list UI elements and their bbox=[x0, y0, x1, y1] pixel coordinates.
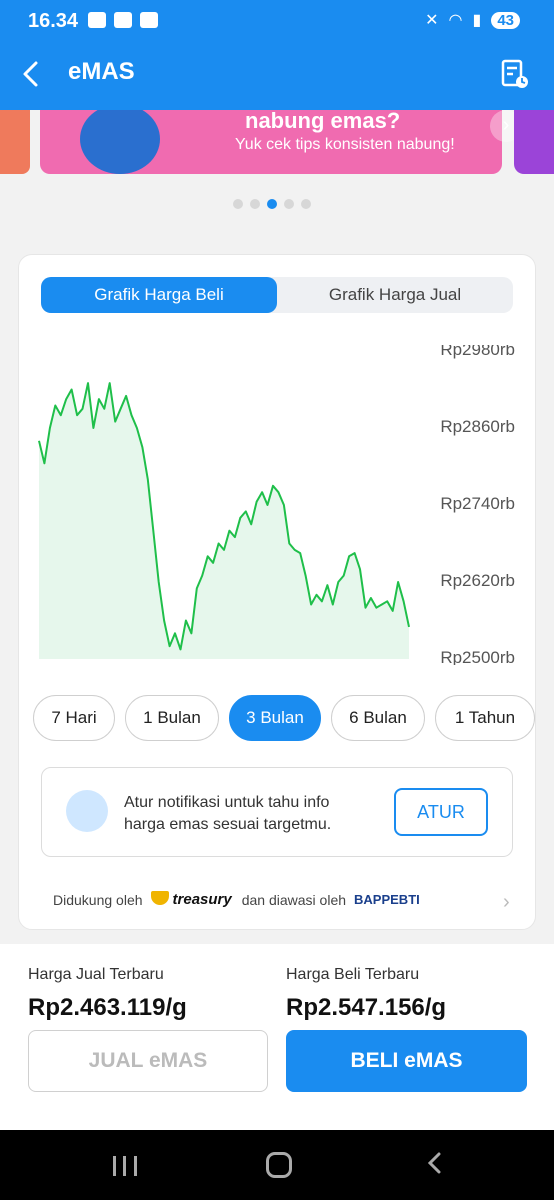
range-7-days[interactable]: 7 Hari bbox=[33, 695, 115, 741]
system-navigation-bar bbox=[0, 1130, 554, 1200]
promo-banner[interactable]: nabung emas? Yuk cek tips konsisten nabu… bbox=[40, 110, 522, 174]
buy-price-value: Rp2.547.156/g bbox=[286, 994, 447, 1021]
carousel-indicator bbox=[233, 199, 311, 209]
price-alert-card: Atur notifikasi untuk tahu info harga em… bbox=[41, 767, 513, 857]
price-action-panel: Harga Jual Terbaru Rp2.463.119/g Harga B… bbox=[0, 944, 554, 1130]
banner-next-peek[interactable] bbox=[514, 110, 554, 174]
range-selector: 7 Hari 1 Bulan 3 Bulan 6 Bulan 1 Tahun bbox=[33, 695, 535, 741]
transaction-history-icon[interactable] bbox=[500, 58, 530, 90]
range-6-months[interactable]: 6 Bulan bbox=[331, 695, 425, 741]
telegram-icon bbox=[114, 12, 132, 28]
y-tick-label: Rp2860rb bbox=[440, 417, 515, 436]
carousel-dot bbox=[233, 199, 243, 209]
status-time: 16.34 bbox=[28, 10, 79, 32]
sell-price-value: Rp2.463.119/g bbox=[28, 994, 187, 1021]
status-right: ✕ ◠ ▮ 43 bbox=[425, 10, 520, 30]
price-alert-text: Atur notifikasi untuk tahu info harga em… bbox=[124, 794, 332, 833]
sell-price-label: Harga Jual Terbaru bbox=[28, 966, 164, 983]
mute-icon: ✕ bbox=[425, 12, 439, 29]
banner-illustration bbox=[80, 110, 160, 174]
bell-chart-icon bbox=[66, 790, 108, 832]
buy-price-label: Harga Beli Terbaru bbox=[286, 966, 420, 983]
recent-apps-icon[interactable] bbox=[113, 1156, 137, 1176]
price-chart-card: Grafik Harga Beli Grafik Harga Jual Rp29… bbox=[18, 254, 536, 930]
tab-sell-price-chart[interactable]: Grafik Harga Jual bbox=[277, 277, 513, 313]
range-3-months[interactable]: 3 Bulan bbox=[229, 695, 321, 741]
home-icon[interactable] bbox=[266, 1152, 292, 1178]
banner-previous-peek[interactable] bbox=[0, 110, 30, 174]
chart-tabs: Grafik Harga Beli Grafik Harga Jual bbox=[41, 277, 513, 313]
tab-buy-price-chart[interactable]: Grafik Harga Beli bbox=[41, 277, 277, 313]
supported-by-line[interactable]: Didukung oleh treasury dan diawasi oleh … bbox=[53, 891, 420, 908]
app-header: 16.34 ✕ ◠ ▮ 43 eMAS bbox=[0, 0, 554, 110]
y-tick-label: Rp2740rb bbox=[440, 494, 515, 513]
system-back-icon[interactable] bbox=[424, 1152, 446, 1174]
bappebti-logo: BAPPEBTI bbox=[354, 892, 420, 907]
range-1-month[interactable]: 1 Bulan bbox=[125, 695, 219, 741]
battery-indicator: 43 bbox=[491, 11, 520, 29]
chevron-right-icon[interactable]: › bbox=[503, 891, 510, 914]
carousel-dot bbox=[250, 199, 260, 209]
banner-title: nabung emas? bbox=[245, 110, 401, 133]
set-alert-button[interactable]: ATUR bbox=[394, 788, 488, 836]
y-tick-label: Rp2500rb bbox=[440, 648, 515, 665]
range-1-year[interactable]: 1 Tahun bbox=[435, 695, 535, 741]
carousel-dot-active bbox=[267, 199, 277, 209]
signal-icon: ▮ bbox=[472, 12, 482, 29]
sell-emas-button[interactable]: JUAL eMAS bbox=[28, 1030, 268, 1092]
price-chart: Rp2980rb Rp2860rb Rp2740rb Rp2620rb Rp2500rb bbox=[38, 345, 515, 665]
page-title: eMAS bbox=[68, 58, 135, 85]
wifi-icon: ◠ bbox=[448, 12, 463, 29]
supervised-by-label: dan diawasi oleh bbox=[241, 891, 347, 908]
y-tick-label: Rp2620rb bbox=[440, 571, 515, 590]
back-arrow-icon[interactable] bbox=[18, 58, 46, 90]
banner-subtitle: Yuk cek tips konsisten nabung! bbox=[235, 136, 455, 153]
carousel-dot bbox=[284, 199, 294, 209]
treasury-logo: treasury bbox=[151, 891, 232, 908]
y-tick-label: Rp2980rb bbox=[440, 345, 515, 359]
buy-emas-button[interactable]: BELI eMAS bbox=[286, 1030, 527, 1092]
promo-banner-carousel[interactable]: nabung emas? Yuk cek tips konsisten nabu… bbox=[0, 110, 554, 176]
youtube-icon bbox=[88, 12, 106, 28]
carousel-dot bbox=[301, 199, 311, 209]
status-notification-icons bbox=[88, 12, 158, 28]
tiktok-icon bbox=[140, 12, 158, 28]
supported-by-label: Didukung oleh bbox=[53, 891, 143, 908]
